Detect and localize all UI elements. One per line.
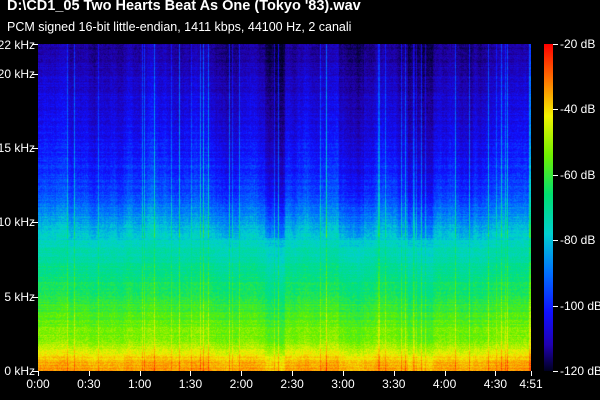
x-tick-label: 0:00 bbox=[26, 377, 50, 391]
db-tick-label: -40 dB bbox=[560, 102, 596, 117]
spectrogram-plot bbox=[38, 44, 531, 371]
x-tick-label: 0:30 bbox=[77, 377, 101, 391]
x-tick-label: 4:51 bbox=[519, 377, 543, 391]
y-tick-label: 5 kHz bbox=[4, 289, 35, 304]
db-tick-label: -20 dB bbox=[560, 37, 596, 51]
db-tick-label: -80 dB bbox=[560, 233, 596, 248]
db-tick bbox=[553, 371, 558, 372]
y-tick-label: 22 kHz bbox=[0, 38, 35, 52]
x-tick bbox=[140, 371, 141, 376]
x-tick bbox=[292, 371, 293, 376]
db-tick bbox=[553, 44, 558, 45]
x-tick-label: 4:00 bbox=[432, 377, 457, 391]
x-tick bbox=[343, 371, 344, 376]
x-tick-label: 1:00 bbox=[127, 377, 152, 391]
spectrogram-canvas bbox=[38, 44, 531, 371]
db-colorbar bbox=[544, 44, 553, 371]
y-tick-label: 15 kHz bbox=[0, 141, 35, 156]
x-tick-label: 2:30 bbox=[280, 377, 304, 391]
x-tick bbox=[531, 371, 532, 376]
db-tick-label: -60 dB bbox=[560, 167, 596, 182]
x-tick bbox=[89, 371, 90, 376]
db-tick bbox=[553, 175, 558, 176]
x-tick bbox=[394, 371, 395, 376]
db-tick-label: -120 dB bbox=[560, 364, 600, 378]
y-tick-label: 10 kHz bbox=[0, 215, 35, 230]
x-tick-label: 2:00 bbox=[229, 377, 253, 391]
x-tick bbox=[495, 371, 496, 376]
y-tick-label: 20 kHz bbox=[0, 66, 35, 81]
x-tick bbox=[241, 371, 242, 376]
x-tick bbox=[445, 371, 446, 376]
y-tick-label: 0 kHz bbox=[4, 364, 35, 378]
x-tick-label: 3:30 bbox=[382, 377, 406, 391]
format-subtitle: PCM signed 16-bit little-endian, 1411 kb… bbox=[7, 20, 352, 34]
x-tick bbox=[38, 371, 39, 376]
x-tick-label: 1:30 bbox=[178, 377, 203, 391]
x-tick bbox=[190, 371, 191, 376]
x-tick-label: 4:30 bbox=[483, 377, 508, 391]
db-tick-label: -100 dB bbox=[560, 298, 600, 313]
x-tick-label: 3:00 bbox=[331, 377, 355, 391]
db-tick bbox=[553, 306, 558, 307]
file-title: D:\CD1_05 Two Hearts Beat As One (Tokyo … bbox=[7, 0, 361, 14]
db-tick bbox=[553, 240, 558, 241]
db-tick bbox=[553, 109, 558, 110]
